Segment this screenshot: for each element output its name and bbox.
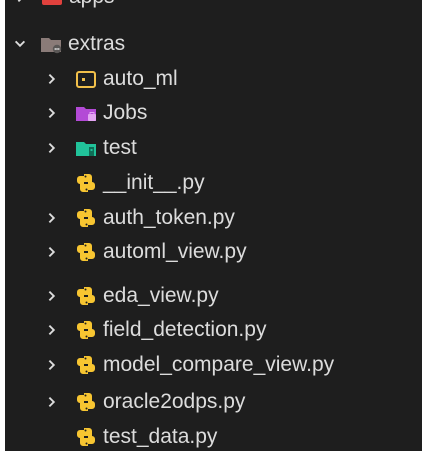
chevron-right-icon	[11, 0, 31, 7]
chevron-right-icon	[42, 103, 62, 123]
tree-item-label: field_detection.py	[103, 318, 267, 341]
python-icon	[75, 391, 97, 413]
tree-item-init-py[interactable]: __init__.py	[5, 165, 422, 201]
tree-item-field-detection-py[interactable]: field_detection.py	[5, 312, 422, 348]
chevron-right-icon	[42, 208, 62, 228]
chevron-right-icon	[42, 355, 62, 375]
tree-item-label: Jobs	[103, 101, 148, 124]
chevron-down-icon	[10, 34, 30, 54]
chevron-right-icon	[42, 320, 62, 340]
python-icon	[75, 241, 97, 263]
tree-item-oracle2odps-py[interactable]: oracle2odps.py	[5, 384, 422, 420]
file-explorer: apps extras auto_ml	[5, 0, 422, 451]
folder-jobs-icon	[75, 102, 97, 124]
chevron-right-icon	[42, 392, 62, 412]
tree-item-automl-view-py[interactable]: automl_view.py	[5, 234, 422, 270]
folder-red-apps-icon	[41, 0, 63, 8]
tree-item-jobs[interactable]: Jobs	[5, 95, 422, 131]
python-icon	[75, 172, 97, 194]
tree-item-label: test	[103, 136, 137, 159]
folder-outline-icon	[75, 68, 97, 90]
python-icon	[75, 354, 97, 376]
tree-item-auth-token-py[interactable]: auth_token.py	[5, 200, 422, 236]
chevron-right-icon	[42, 69, 62, 89]
tree-item-test-data-py[interactable]: test_data.py	[5, 419, 422, 451]
folder-extras-icon	[40, 33, 62, 55]
tree-item-label: test_data.py	[103, 425, 218, 448]
tree-item-extras[interactable]: extras	[5, 26, 422, 62]
tree-item-label: automl_view.py	[103, 240, 247, 263]
python-icon	[75, 207, 97, 229]
chevron-right-icon	[42, 286, 62, 306]
chevron-right-icon	[42, 242, 62, 262]
tree-item-label: __init__.py	[103, 171, 205, 194]
tree-item-model-compare-view-py[interactable]: model_compare_view.py	[5, 347, 422, 383]
python-icon	[75, 319, 97, 341]
folder-test-icon	[75, 137, 97, 159]
tree-item-label: extras	[68, 32, 126, 55]
tree-item-label: oracle2odps.py	[103, 390, 246, 413]
tree-item-apps[interactable]: apps	[5, 0, 422, 15]
tree-item-label: auto_ml	[103, 67, 178, 90]
python-icon	[75, 285, 97, 307]
tree-item-label: model_compare_view.py	[103, 353, 335, 376]
python-icon	[75, 426, 97, 448]
tree-item-test[interactable]: test	[5, 130, 422, 166]
chevron-right-icon	[42, 138, 62, 158]
tree-item-label: eda_view.py	[103, 284, 219, 307]
tree-item-label: auth_token.py	[103, 206, 235, 229]
tree-item-eda-view-py[interactable]: eda_view.py	[5, 278, 422, 314]
tree-item-auto-ml[interactable]: auto_ml	[5, 61, 422, 97]
tree-item-label: apps	[69, 0, 115, 15]
